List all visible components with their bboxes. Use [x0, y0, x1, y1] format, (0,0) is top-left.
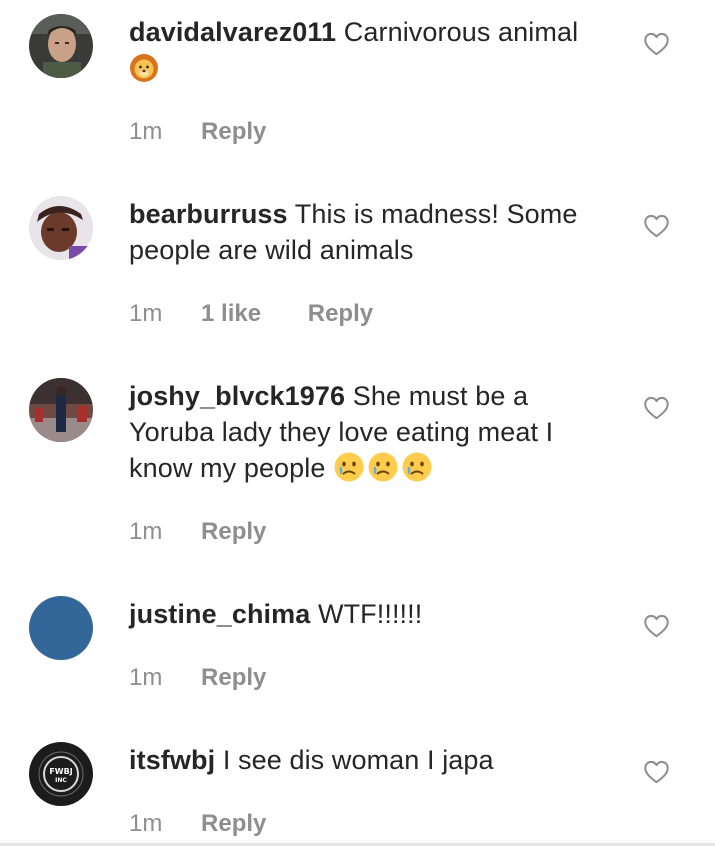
comment-meta: 1m Reply	[129, 663, 266, 693]
comment-text: joshy_blvck1976 She must be a Yoruba lad…	[129, 378, 599, 492]
avatar[interactable]	[29, 14, 93, 78]
comment-text: itsfwbj I see dis woman I japa	[129, 742, 599, 778]
username-link[interactable]: justine_chima	[129, 599, 310, 629]
crying-face-icon	[401, 451, 433, 492]
heart-icon[interactable]	[643, 213, 670, 238]
comment-body: WTF!!!!!!	[317, 599, 423, 629]
comment-meta: 1m Reply	[129, 809, 266, 839]
timestamp: 1m	[129, 118, 163, 145]
comment-text: davidalvarez011 Carnivorous animal	[129, 14, 599, 92]
heart-icon[interactable]	[643, 31, 670, 56]
avatar[interactable]: FWBJ INC	[29, 742, 93, 806]
reply-button[interactable]: Reply	[201, 810, 266, 837]
reply-button[interactable]: Reply	[308, 300, 373, 327]
username-link[interactable]: itsfwbj	[129, 745, 215, 775]
username-link[interactable]: davidalvarez011	[129, 17, 336, 47]
timestamp: 1m	[129, 518, 163, 545]
avatar[interactable]	[29, 378, 93, 442]
heart-icon[interactable]	[643, 395, 670, 420]
heart-icon[interactable]	[643, 759, 670, 784]
timestamp: 1m	[129, 300, 163, 327]
comment-text: justine_chima WTF!!!!!!	[129, 596, 599, 632]
likes-count[interactable]: 1 like	[201, 300, 261, 327]
avatar-logo-subtext: INC	[55, 777, 67, 784]
username-link[interactable]: joshy_blvck1976	[129, 381, 345, 411]
avatar[interactable]	[29, 596, 93, 660]
comment-text: bearburruss This is madness! Some people…	[129, 196, 599, 268]
comment-meta: 1m Reply	[129, 517, 266, 547]
comment-meta: 1m Reply	[129, 117, 266, 147]
avatar[interactable]	[29, 196, 93, 260]
reply-button[interactable]: Reply	[201, 664, 266, 691]
timestamp: 1m	[129, 810, 163, 837]
crying-face-icon	[333, 451, 365, 492]
lion-face-icon	[129, 53, 159, 92]
avatar-logo-text: FWBJ	[49, 767, 72, 776]
heart-icon[interactable]	[643, 613, 670, 638]
comment-meta: 1m 1 like Reply	[129, 299, 373, 329]
username-link[interactable]: bearburruss	[129, 199, 288, 229]
comment-body: I see dis woman I japa	[222, 745, 494, 775]
crying-face-icon	[367, 451, 399, 492]
reply-button[interactable]: Reply	[201, 118, 266, 145]
reply-button[interactable]: Reply	[201, 518, 266, 545]
timestamp: 1m	[129, 664, 163, 691]
comment-body: Carnivorous animal	[343, 17, 579, 47]
